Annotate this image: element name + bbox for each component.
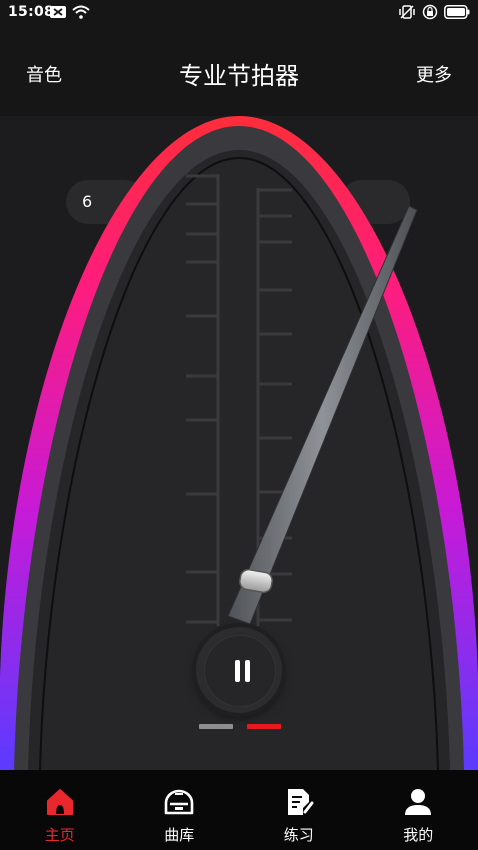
tab-profile-label: 我的 — [403, 826, 434, 844]
practice-icon — [283, 786, 315, 818]
app-bar: 音色 专业节拍器 更多 — [0, 26, 478, 116]
metronome-area: 6 — [0, 116, 478, 770]
tab-library-label: 曲库 — [164, 826, 195, 844]
status-bar: 15:08 — [0, 0, 478, 26]
page-dot-1[interactable] — [199, 724, 233, 729]
page-title: 专业节拍器 — [179, 62, 299, 90]
tab-practice[interactable]: 练习 — [239, 770, 359, 850]
status-time: 15:08 — [8, 4, 55, 20]
tab-home-label: 主页 — [44, 826, 75, 844]
tab-library[interactable]: 曲库 — [120, 770, 240, 850]
wifi-icon — [72, 5, 90, 23]
page-indicator — [199, 724, 281, 729]
profile-icon — [402, 786, 434, 818]
page-dot-2[interactable] — [247, 724, 281, 729]
home-icon — [44, 786, 76, 818]
tab-profile[interactable]: 我的 — [359, 770, 478, 850]
battery-icon — [444, 5, 470, 23]
bottom-tab-bar: 主页 曲库 练习 我的 — [0, 770, 478, 850]
more-button[interactable]: 更多 — [416, 61, 452, 87]
tab-home[interactable]: 主页 — [0, 770, 120, 850]
library-icon — [163, 786, 195, 818]
notification-icon — [50, 6, 66, 22]
pause-icon — [232, 660, 252, 684]
vibrate-icon — [398, 5, 416, 23]
pause-button[interactable] — [196, 627, 282, 713]
lock-rotation-icon — [422, 4, 438, 24]
tab-practice-label: 练习 — [283, 826, 314, 844]
